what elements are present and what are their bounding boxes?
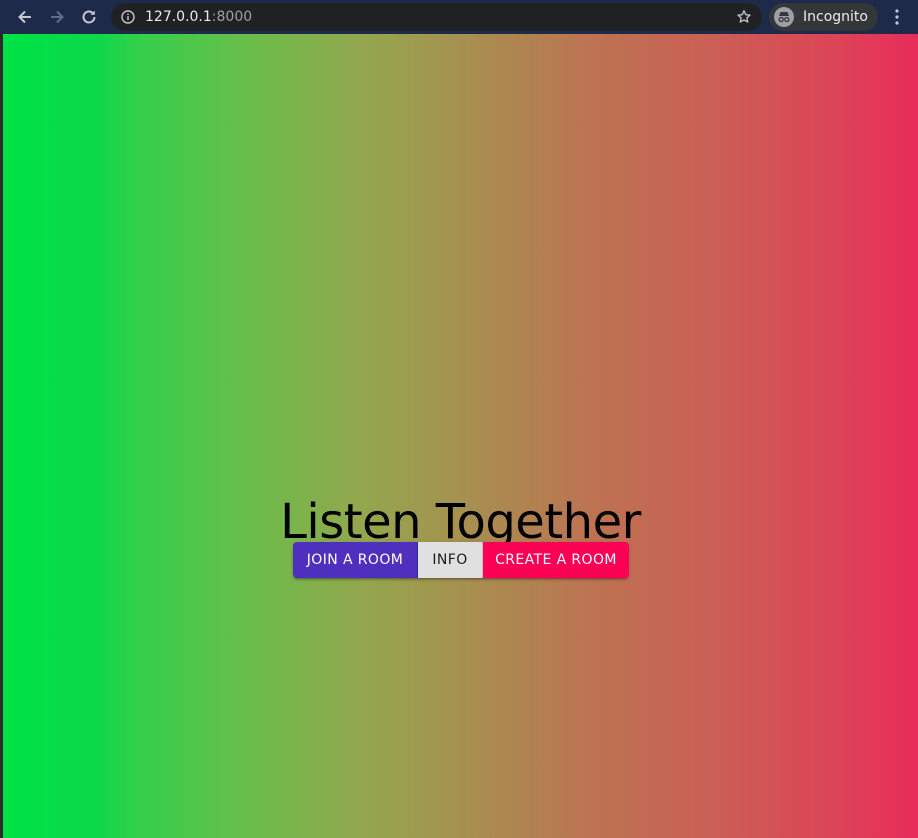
url-text[interactable]: 127.0.0.1:8000 [145,8,252,26]
page-viewport: Listen Together JOIN A ROOM INFO CREATE … [0,34,918,838]
join-room-button[interactable]: JOIN A ROOM [293,542,418,578]
star-icon[interactable] [736,9,752,25]
profile-chip[interactable]: Incognito [769,3,878,31]
address-bar[interactable]: 127.0.0.1:8000 [111,3,762,31]
browser-toolbar: 127.0.0.1:8000 Incognito [0,0,918,34]
info-icon[interactable] [121,10,135,24]
incognito-icon [774,7,794,27]
info-button[interactable]: INFO [418,542,483,578]
url-host: 127.0.0.1 [145,9,212,25]
back-icon[interactable] [14,6,36,28]
profile-label: Incognito [803,9,868,25]
button-group: JOIN A ROOM INFO CREATE A ROOM [293,542,629,578]
reload-icon[interactable] [78,6,100,28]
kebab-menu-icon[interactable] [890,7,904,27]
create-room-button[interactable]: CREATE A ROOM [483,542,629,578]
url-port: :8000 [211,9,253,25]
forward-icon[interactable] [46,6,68,28]
